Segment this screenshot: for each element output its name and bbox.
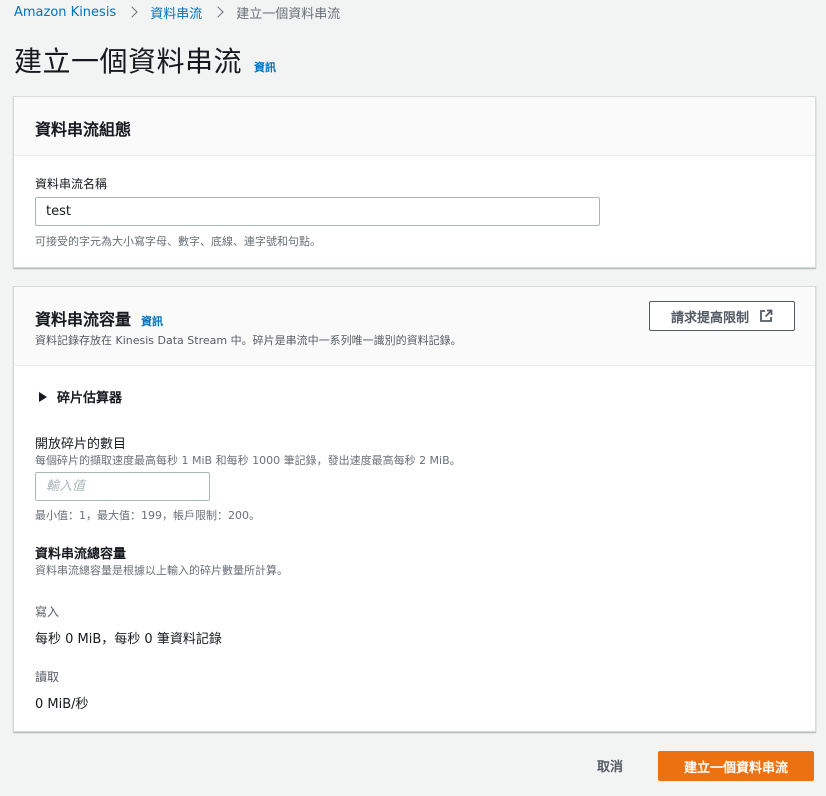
capacity-description: 資料記錄存放在 Kinesis Data Stream 中。碎片是串流中一系列唯… [35,334,462,347]
open-shards-description: 每個碎片的擷取速度最高每秒 1 MiB 和每秒 1000 筆記錄，發出速度最高每… [35,454,461,467]
caret-right-icon [39,391,47,402]
stream-capacity-panel: 資料串流容量 資訊 資料記錄存放在 Kinesis Data Stream 中。… [13,286,816,732]
chevron-right-icon [214,5,224,19]
request-limit-label: 請求提高限制 [670,310,749,326]
panel-title: 資料串流組態 [35,120,132,139]
stream-config-panel: 資料串流組態 資料串流名稱 可接受的字元為大小寫字母、數字、底線、連字號和句點。 [13,96,816,268]
stream-name-input[interactable] [35,197,600,226]
stream-name-hint: 可接受的字元為大小寫字母、數字、底線、連字號和句點。 [35,235,321,248]
info-link[interactable]: 資訊 [254,59,276,75]
external-link-icon [760,309,773,322]
read-label: 讀取 [35,670,60,684]
open-shards-input[interactable] [35,472,210,501]
cancel-button[interactable]: 取消 [597,756,623,775]
total-capacity-description: 資料串流總容量是根據以上輸入的碎片數量所計算。 [35,564,288,577]
page-header: 建立一個資料串流 資訊 [14,40,276,80]
create-stream-button[interactable]: 建立一個資料串流 [658,751,814,781]
shard-estimator-label: 碎片估算器 [57,391,123,406]
page-title: 建立一個資料串流 [14,45,243,78]
shard-estimator-expander[interactable]: 碎片估算器 [39,387,122,406]
breadcrumb: Amazon Kinesis 資料串流 建立一個資料串流 [14,2,340,22]
read-value: 0 MiB/秒 [35,697,89,712]
stream-name-label: 資料串流名稱 [35,177,108,191]
open-shards-hint: 最小值：1，最大值：199，帳戶限制：200。 [35,509,260,522]
panel-header: 資料串流容量 資訊 資料記錄存放在 Kinesis Data Stream 中。… [14,287,815,366]
capacity-title: 資料串流容量 [35,310,132,329]
total-capacity-title: 資料串流總容量 [35,547,127,562]
write-value: 每秒 0 MiB，每秒 0 筆資料記錄 [35,632,222,647]
breadcrumb-current: 建立一個資料串流 [236,6,341,22]
breadcrumb-data-streams[interactable]: 資料串流 [150,3,202,22]
capacity-info-link[interactable]: 資訊 [141,313,163,329]
open-shards-label: 開放碎片的數目 [35,437,127,452]
request-limit-increase-button[interactable]: 請求提高限制 [649,301,795,331]
write-label: 寫入 [35,605,60,619]
panel-title: 資料串流容量 資訊 [35,306,163,330]
chevron-right-icon [128,5,138,19]
breadcrumb-kinesis[interactable]: Amazon Kinesis [14,5,116,20]
panel-header: 資料串流組態 [14,97,815,156]
